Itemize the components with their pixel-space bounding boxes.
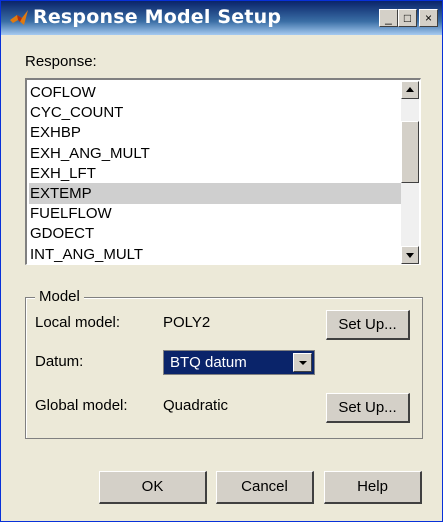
matlab-logo-icon [10,10,28,25]
list-item[interactable]: GDOECT [29,223,401,244]
arrow-up-icon [406,87,414,92]
dialog-window: Response Model Setup _ □ × Response: COF… [0,0,443,522]
local-model-value: POLY2 [163,314,211,331]
global-model-label: Global model: [35,397,128,414]
cancel-button[interactable]: Cancel [216,471,314,504]
arrow-down-icon [406,253,414,258]
maximize-button[interactable]: □ [398,9,417,27]
window-title: Response Model Setup [33,6,282,28]
listbox-scrollbar[interactable] [401,81,419,264]
list-item[interactable]: CYC_COUNT [29,102,401,123]
title-bar[interactable]: Response Model Setup _ □ × [1,1,442,35]
dropdown-arrow-button[interactable] [293,353,312,372]
model-group-label: Model [35,288,84,305]
scroll-up-button[interactable] [401,81,419,99]
local-model-label: Local model: [35,314,121,331]
list-item[interactable]: INT_ANG_MULT [29,244,401,265]
chevron-down-icon [299,361,307,365]
list-item[interactable]: EXHBP [29,122,401,143]
global-model-value: Quadratic [163,397,229,414]
response-listbox[interactable]: COFLOW CYC_COUNT EXHBP EXH_ANG_MULT EXH_LFT E… [25,78,421,265]
datum-select[interactable]: BTQ datum [163,350,315,375]
global-setup-button[interactable]: Set Up... [326,393,410,423]
scroll-down-button[interactable] [401,246,419,264]
list-item[interactable]: EXH_ANG_MULT [29,143,401,164]
help-button[interactable]: Help [324,471,422,504]
list-item[interactable]: COFLOW [29,82,401,103]
response-label: Response: [25,53,97,70]
list-item[interactable]: EXH_LFT [29,163,401,184]
list-item[interactable]: FUELFLOW [29,203,401,224]
local-setup-button[interactable]: Set Up... [326,310,410,340]
minimize-button[interactable]: _ [379,9,398,27]
datum-label: Datum: [35,353,84,370]
scroll-thumb[interactable] [401,121,419,183]
ok-button[interactable]: OK [99,471,207,504]
close-button[interactable]: × [419,9,438,27]
list-item[interactable]: EXTEMP [29,183,401,204]
datum-select-value: BTQ datum [170,354,247,371]
